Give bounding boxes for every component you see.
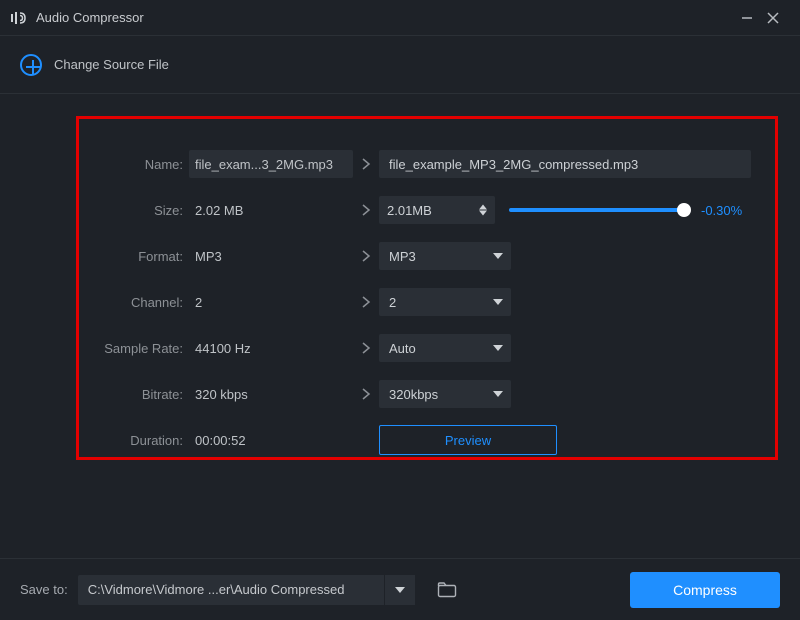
label-save-to: Save to:: [20, 582, 68, 597]
change-source-row[interactable]: Change Source File: [0, 36, 800, 94]
row-bitrate: Bitrate: 320 kbps 320kbps: [93, 379, 761, 409]
label-duration: Duration:: [93, 433, 189, 448]
target-format-select[interactable]: MP3: [379, 242, 511, 270]
target-channel-select[interactable]: 2: [379, 288, 511, 316]
source-sample-rate: 44100 Hz: [189, 334, 353, 362]
source-channel: 2: [189, 288, 353, 316]
target-bitrate-value: 320kbps: [389, 387, 438, 402]
target-sample-rate-value: Auto: [389, 341, 416, 356]
app-logo-icon: [10, 11, 28, 25]
save-path-value: C:\Vidmore\Vidmore ...er\Audio Compresse…: [88, 582, 345, 597]
open-folder-button[interactable]: [433, 576, 461, 604]
target-size-value: 2.01MB: [387, 203, 432, 218]
size-delta: -0.30%: [701, 203, 742, 218]
label-channel: Channel:: [93, 295, 189, 310]
label-size: Size:: [93, 203, 189, 218]
row-format: Format: MP3 MP3: [93, 241, 761, 271]
save-path-input[interactable]: C:\Vidmore\Vidmore ...er\Audio Compresse…: [78, 575, 384, 605]
preview-label: Preview: [445, 433, 491, 448]
source-duration: 00:00:52: [189, 426, 353, 454]
target-channel-value: 2: [389, 295, 396, 310]
label-bitrate: Bitrate:: [93, 387, 189, 402]
row-sample-rate: Sample Rate: 44100 Hz Auto: [93, 333, 761, 363]
chevron-right-icon: [353, 249, 379, 263]
chevron-right-icon: [353, 295, 379, 309]
row-duration: Duration: 00:00:52 Preview: [93, 425, 761, 455]
minimize-button[interactable]: [734, 5, 760, 31]
preview-button[interactable]: Preview: [379, 425, 557, 455]
plus-circle-icon: [20, 54, 42, 76]
target-name-input[interactable]: file_example_MP3_2MG_compressed.mp3: [379, 150, 751, 178]
label-sample-rate: Sample Rate:: [93, 341, 189, 356]
source-bitrate: 320 kbps: [189, 380, 353, 408]
source-format: MP3: [189, 242, 353, 270]
chevron-down-icon: [493, 345, 503, 351]
chevron-down-icon: [493, 391, 503, 397]
row-size: Size: 2.02 MB 2.01MB -0.30%: [93, 195, 761, 225]
close-button[interactable]: [760, 5, 786, 31]
save-path-control: C:\Vidmore\Vidmore ...er\Audio Compresse…: [78, 575, 415, 605]
stepper-arrows-icon[interactable]: [479, 205, 487, 216]
bottom-bar: Save to: C:\Vidmore\Vidmore ...er\Audio …: [0, 558, 800, 620]
chevron-right-icon: [353, 157, 379, 171]
row-name: Name: file_exam...3_2MG.mp3 file_example…: [93, 149, 761, 179]
chevron-down-icon: [493, 299, 503, 305]
chevron-down-icon: [493, 253, 503, 259]
change-source-label: Change Source File: [54, 57, 169, 72]
save-path-dropdown[interactable]: [385, 575, 415, 605]
label-format: Format:: [93, 249, 189, 264]
chevron-right-icon: [353, 203, 379, 217]
chevron-right-icon: [353, 387, 379, 401]
compress-button[interactable]: Compress: [630, 572, 780, 608]
chevron-down-icon: [395, 587, 405, 593]
chevron-right-icon: [353, 341, 379, 355]
target-size-stepper[interactable]: 2.01MB: [379, 196, 495, 224]
target-name-value: file_example_MP3_2MG_compressed.mp3: [389, 157, 638, 172]
size-slider[interactable]: [509, 208, 685, 212]
row-channel: Channel: 2 2: [93, 287, 761, 317]
label-name: Name:: [93, 157, 189, 172]
source-size: 2.02 MB: [189, 196, 353, 224]
source-name: file_exam...3_2MG.mp3: [189, 150, 353, 178]
target-format-value: MP3: [389, 249, 416, 264]
compress-label: Compress: [673, 582, 737, 598]
slider-thumb[interactable]: [677, 203, 691, 217]
settings-panel: Name: file_exam...3_2MG.mp3 file_example…: [76, 116, 778, 460]
target-bitrate-select[interactable]: 320kbps: [379, 380, 511, 408]
target-sample-rate-select[interactable]: Auto: [379, 334, 511, 362]
title-bar: Audio Compressor: [0, 0, 800, 36]
app-title: Audio Compressor: [36, 10, 144, 25]
